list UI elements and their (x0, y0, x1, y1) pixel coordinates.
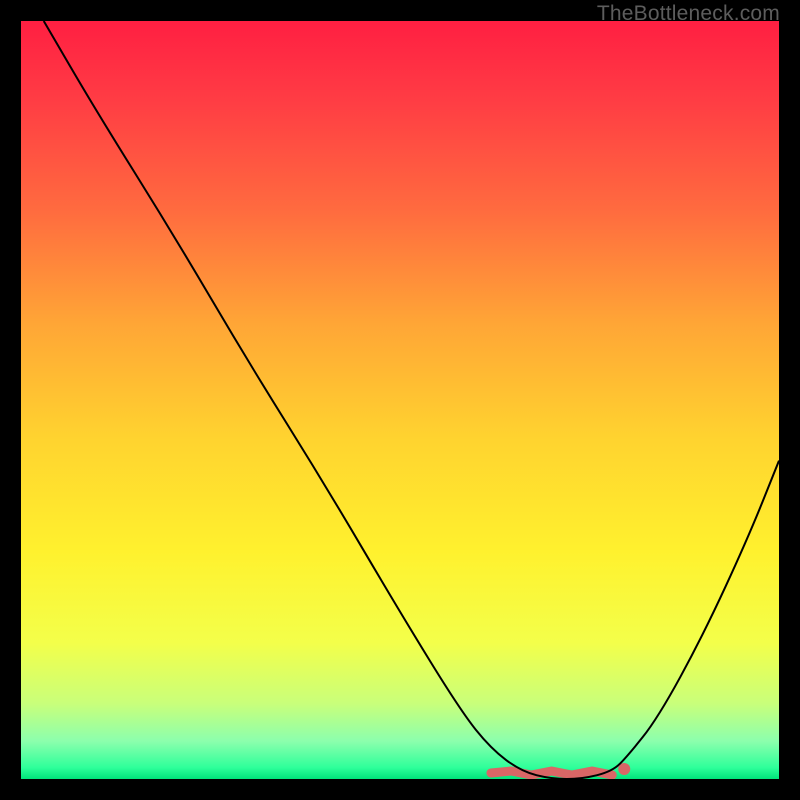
plot-area (21, 21, 779, 779)
bottleneck-chart (21, 21, 779, 779)
watermark-text: TheBottleneck.com (597, 2, 780, 26)
chart-frame: TheBottleneck.com (0, 0, 800, 800)
gradient-background (21, 21, 779, 779)
